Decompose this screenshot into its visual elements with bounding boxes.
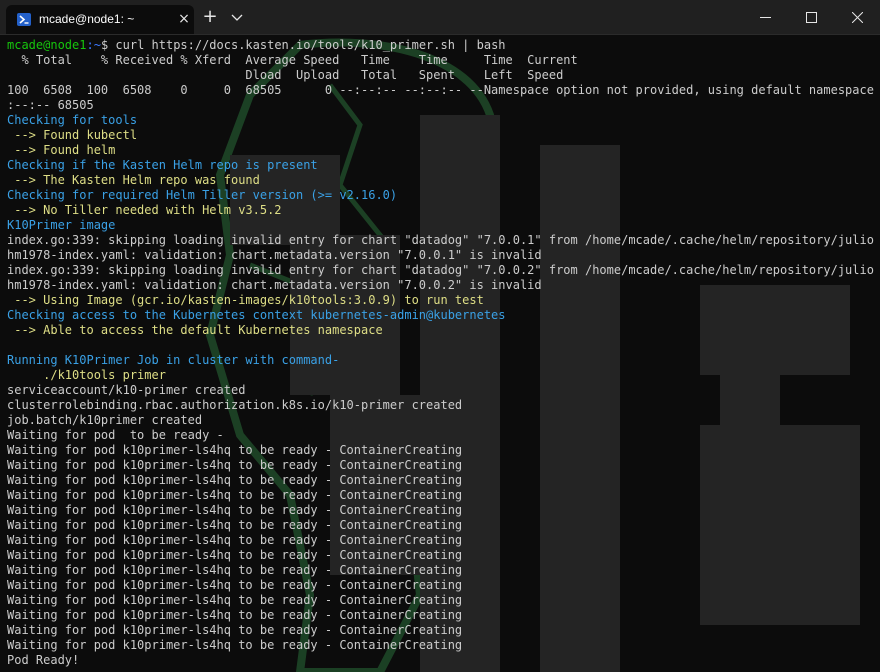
tab-close-icon[interactable]: × bbox=[176, 11, 192, 27]
powershell-terminal-icon bbox=[17, 13, 31, 26]
output-line: Checking for required Helm Tiller versio… bbox=[7, 188, 398, 202]
output-line: Pod Ready! bbox=[7, 653, 80, 667]
output-line: Waiting for pod k10primer-ls4hq to be re… bbox=[7, 518, 463, 532]
output-line: Checking for tools bbox=[7, 113, 138, 127]
title-bar: mcade@node1: ~ × + bbox=[0, 0, 880, 35]
tab-title: mcade@node1: ~ bbox=[39, 12, 135, 26]
output-line: --> Using Image (gcr.io/kasten-images/k1… bbox=[7, 293, 484, 307]
output-line: clusterrolebinding.rbac.authorization.k8… bbox=[7, 398, 463, 412]
prompt-symbol: $ bbox=[100, 38, 116, 52]
output-line: --> Found kubectl bbox=[7, 128, 138, 142]
tab-active[interactable]: mcade@node1: ~ × bbox=[6, 5, 194, 34]
output-line: Waiting for pod k10primer-ls4hq to be re… bbox=[7, 563, 463, 577]
output-line: Waiting for pod to be ready - bbox=[7, 428, 224, 442]
output-line: index.go:339: skipping loading invalid e… bbox=[7, 233, 874, 247]
close-button[interactable] bbox=[834, 0, 880, 34]
output-line: Waiting for pod k10primer-ls4hq to be re… bbox=[7, 533, 463, 547]
output-line: Waiting for pod k10primer-ls4hq to be re… bbox=[7, 443, 463, 457]
terminal-window: mcade@node1: ~ × + mcade@node1:~$ curl h… bbox=[0, 0, 880, 672]
minimize-icon bbox=[760, 17, 771, 18]
output-line: Checking if the Kasten Helm repo is pres… bbox=[7, 158, 318, 172]
output-line: Waiting for pod k10primer-ls4hq to be re… bbox=[7, 473, 463, 487]
output-line: index.go:339: skipping loading invalid e… bbox=[7, 263, 874, 277]
output-line: hm1978-index.yaml: validation: chart.met… bbox=[7, 248, 542, 262]
output-line: Waiting for pod k10primer-ls4hq to be re… bbox=[7, 488, 463, 502]
output-line: Waiting for pod k10primer-ls4hq to be re… bbox=[7, 608, 463, 622]
minimize-button[interactable] bbox=[742, 0, 788, 34]
terminal-output[interactable]: mcade@node1:~$ curl https://docs.kasten.… bbox=[7, 38, 874, 668]
chevron-down-icon[interactable] bbox=[228, 8, 246, 26]
output-line: serviceaccount/k10-primer created bbox=[7, 383, 246, 397]
output-line: 100 6508 100 6508 0 0 68505 0 --:--:-- -… bbox=[7, 83, 874, 97]
output-line: Waiting for pod k10primer-ls4hq to be re… bbox=[7, 638, 463, 652]
output-line: Checking access to the Kubernetes contex… bbox=[7, 308, 506, 322]
new-tab-button[interactable]: + bbox=[200, 7, 220, 27]
output-line: --> Found helm bbox=[7, 143, 116, 157]
output-line: hm1978-index.yaml: validation: chart.met… bbox=[7, 278, 542, 292]
output-line: Waiting for pod k10primer-ls4hq to be re… bbox=[7, 458, 463, 472]
prompt-line: mcade@node1:~$ curl https://docs.kasten.… bbox=[7, 38, 873, 53]
maximize-icon bbox=[806, 12, 817, 23]
output-line: Waiting for pod k10primer-ls4hq to be re… bbox=[7, 593, 463, 607]
maximize-button[interactable] bbox=[788, 0, 834, 34]
output-line: Waiting for pod k10primer-ls4hq to be re… bbox=[7, 578, 463, 592]
output-line: % Total % Received % Xferd Average Speed… bbox=[7, 53, 578, 67]
close-icon bbox=[852, 12, 863, 23]
output-line: Dload Upload Total Spent Left Speed bbox=[7, 68, 564, 82]
command-text: curl https://docs.kasten.io/tools/k10_pr… bbox=[115, 38, 506, 52]
output-line: ./k10tools primer bbox=[7, 368, 166, 382]
output-line: --> The Kasten Helm repo was found bbox=[7, 173, 260, 187]
output-line: Waiting for pod k10primer-ls4hq to be re… bbox=[7, 548, 463, 562]
output-line: --> Able to access the default Kubernete… bbox=[7, 323, 383, 337]
output-line: job.batch/k10primer created bbox=[7, 413, 203, 427]
output-line: --> No Tiller needed with Helm v3.5.2 bbox=[7, 203, 282, 217]
output-line: Waiting for pod k10primer-ls4hq to be re… bbox=[7, 503, 463, 517]
output-line: Running K10Primer Job in cluster with co… bbox=[7, 353, 340, 367]
output-line: :--:-- 68505 bbox=[7, 98, 94, 112]
output-line: Waiting for pod k10primer-ls4hq to be re… bbox=[7, 623, 463, 637]
output-line: K10Primer image bbox=[7, 218, 116, 232]
prompt-user: mcade@node1 bbox=[7, 38, 87, 52]
prompt-path: :~ bbox=[86, 38, 101, 52]
